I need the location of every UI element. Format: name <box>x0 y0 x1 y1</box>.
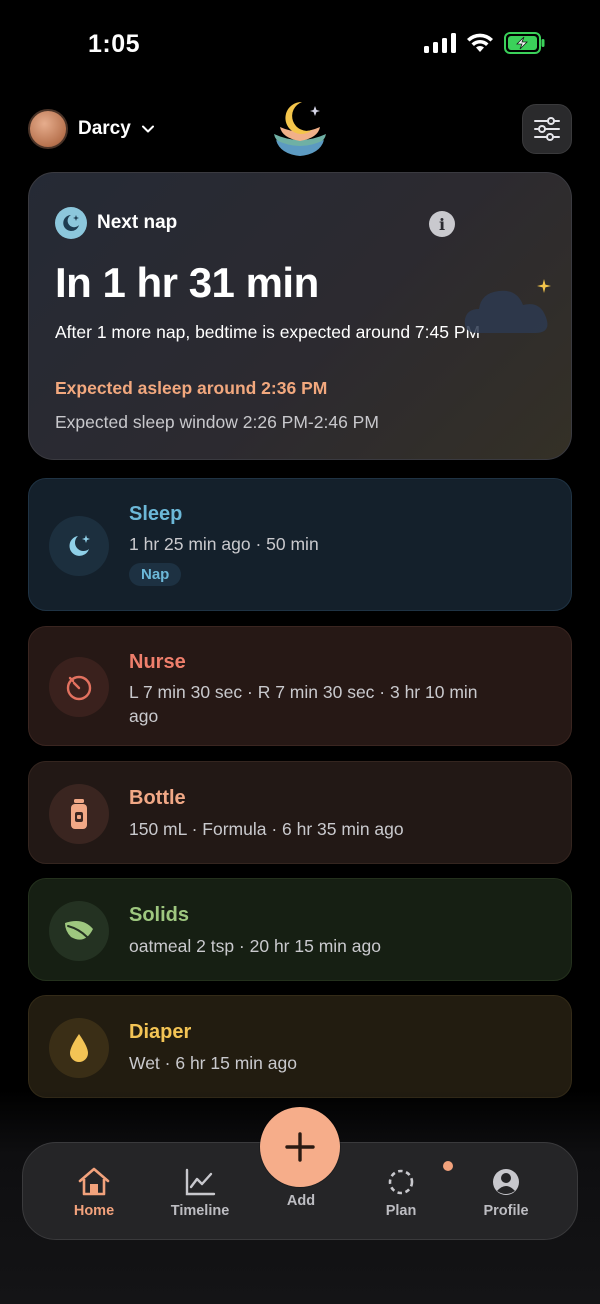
sleep-card[interactable]: Sleep 1 hr 25 min ago · 50 min Nap <box>28 478 572 611</box>
avatar <box>28 109 68 149</box>
chart-icon <box>185 1168 216 1196</box>
plan-icon <box>388 1169 414 1195</box>
diaper-detail: Wet · 6 hr 15 min ago <box>129 1053 297 1073</box>
moon-icon <box>69 535 90 556</box>
sleep-icon-badge <box>49 516 109 576</box>
solids-card[interactable]: Solids oatmeal 2 tsp · 20 hr 15 min ago <box>28 878 572 981</box>
leaf-icon <box>65 921 93 940</box>
sleep-detail: 1 hr 25 min ago · 50 min <box>129 534 319 554</box>
bottle-card[interactable]: Bottle 150 mL · Formula · 6 hr 35 min ag… <box>28 761 572 864</box>
battery-charging-icon <box>504 32 545 54</box>
status-bar: 1:05 <box>0 0 600 90</box>
expected-sleep-window: Expected sleep window 2:26 PM-2:46 PM <box>55 412 379 432</box>
solids-icon-badge <box>49 901 109 961</box>
chevron-down-icon <box>141 125 154 133</box>
sliders-icon <box>534 117 560 141</box>
tab-timeline-label: Timeline <box>170 1203 230 1219</box>
sleep-title: Sleep <box>129 503 183 525</box>
tab-plan[interactable]: Plan <box>356 1161 453 1219</box>
tab-profile[interactable]: Profile <box>461 1167 551 1219</box>
filter-settings-button[interactable] <box>522 104 572 154</box>
sparkle-icon <box>537 279 551 293</box>
plus-icon <box>285 1132 315 1162</box>
solids-title: Solids <box>129 904 190 926</box>
next-nap-label: Next nap <box>97 212 178 233</box>
info-button[interactable]: i <box>429 211 455 237</box>
tab-home[interactable]: Home <box>49 1167 139 1219</box>
moon-badge-icon <box>55 207 87 239</box>
profile-switcher[interactable]: Darcy <box>28 109 155 149</box>
plan-notification-dot <box>443 1161 453 1171</box>
bottle-icon <box>71 799 87 829</box>
status-icons <box>424 32 546 54</box>
diaper-card[interactable]: Diaper Wet · 6 hr 15 min ago <box>28 995 572 1098</box>
next-nap-card[interactable]: Next nap i In 1 hr 31 min After 1 more n… <box>28 172 572 460</box>
nap-tag: Nap <box>129 563 182 586</box>
user-icon <box>493 1169 519 1195</box>
nurse-detail: L 7 min 30 sec · R 7 min 30 sec · 3 hr 1… <box>129 682 478 726</box>
bedtime-subtitle: After 1 more nap, bedtime is expected ar… <box>55 322 481 342</box>
tab-add-label: Add <box>286 1193 316 1209</box>
bottle-icon-badge <box>49 784 109 844</box>
info-icon: i <box>438 214 446 234</box>
plan-icon-wrap <box>385 1161 453 1197</box>
drop-icon <box>70 1034 88 1062</box>
moon-logo-icon <box>274 101 326 156</box>
next-nap-header: Next nap <box>55 207 177 239</box>
next-nap-countdown: In 1 hr 31 min <box>55 259 319 306</box>
status-time: 1:05 <box>88 30 141 58</box>
bottle-detail: 150 mL · Formula · 6 hr 35 min ago <box>129 819 404 839</box>
wifi-icon <box>467 33 493 52</box>
solids-detail: oatmeal 2 tsp · 20 hr 15 min ago <box>129 936 381 956</box>
bottle-title: Bottle <box>129 787 186 809</box>
add-button[interactable] <box>260 1107 340 1187</box>
nurse-title: Nurse <box>129 651 186 673</box>
tab-profile-label: Profile <box>483 1203 529 1219</box>
nurse-card[interactable]: Nurse L 7 min 30 sec · R 7 min 30 sec · … <box>28 626 572 746</box>
diaper-icon-badge <box>49 1018 109 1078</box>
header: Darcy <box>0 100 600 160</box>
profile-name: Darcy <box>78 118 131 139</box>
home-icon <box>78 1167 110 1196</box>
tab-plan-label: Plan <box>385 1203 417 1219</box>
diaper-title: Diaper <box>129 1021 192 1043</box>
cellular-signal-icon <box>424 33 456 53</box>
nurse-icon-badge <box>49 657 109 717</box>
stopwatch-icon <box>66 675 92 701</box>
tab-home-label: Home <box>73 1203 115 1219</box>
tab-timeline[interactable]: Timeline <box>155 1167 245 1219</box>
expected-asleep: Expected asleep around 2:36 PM <box>55 378 328 398</box>
